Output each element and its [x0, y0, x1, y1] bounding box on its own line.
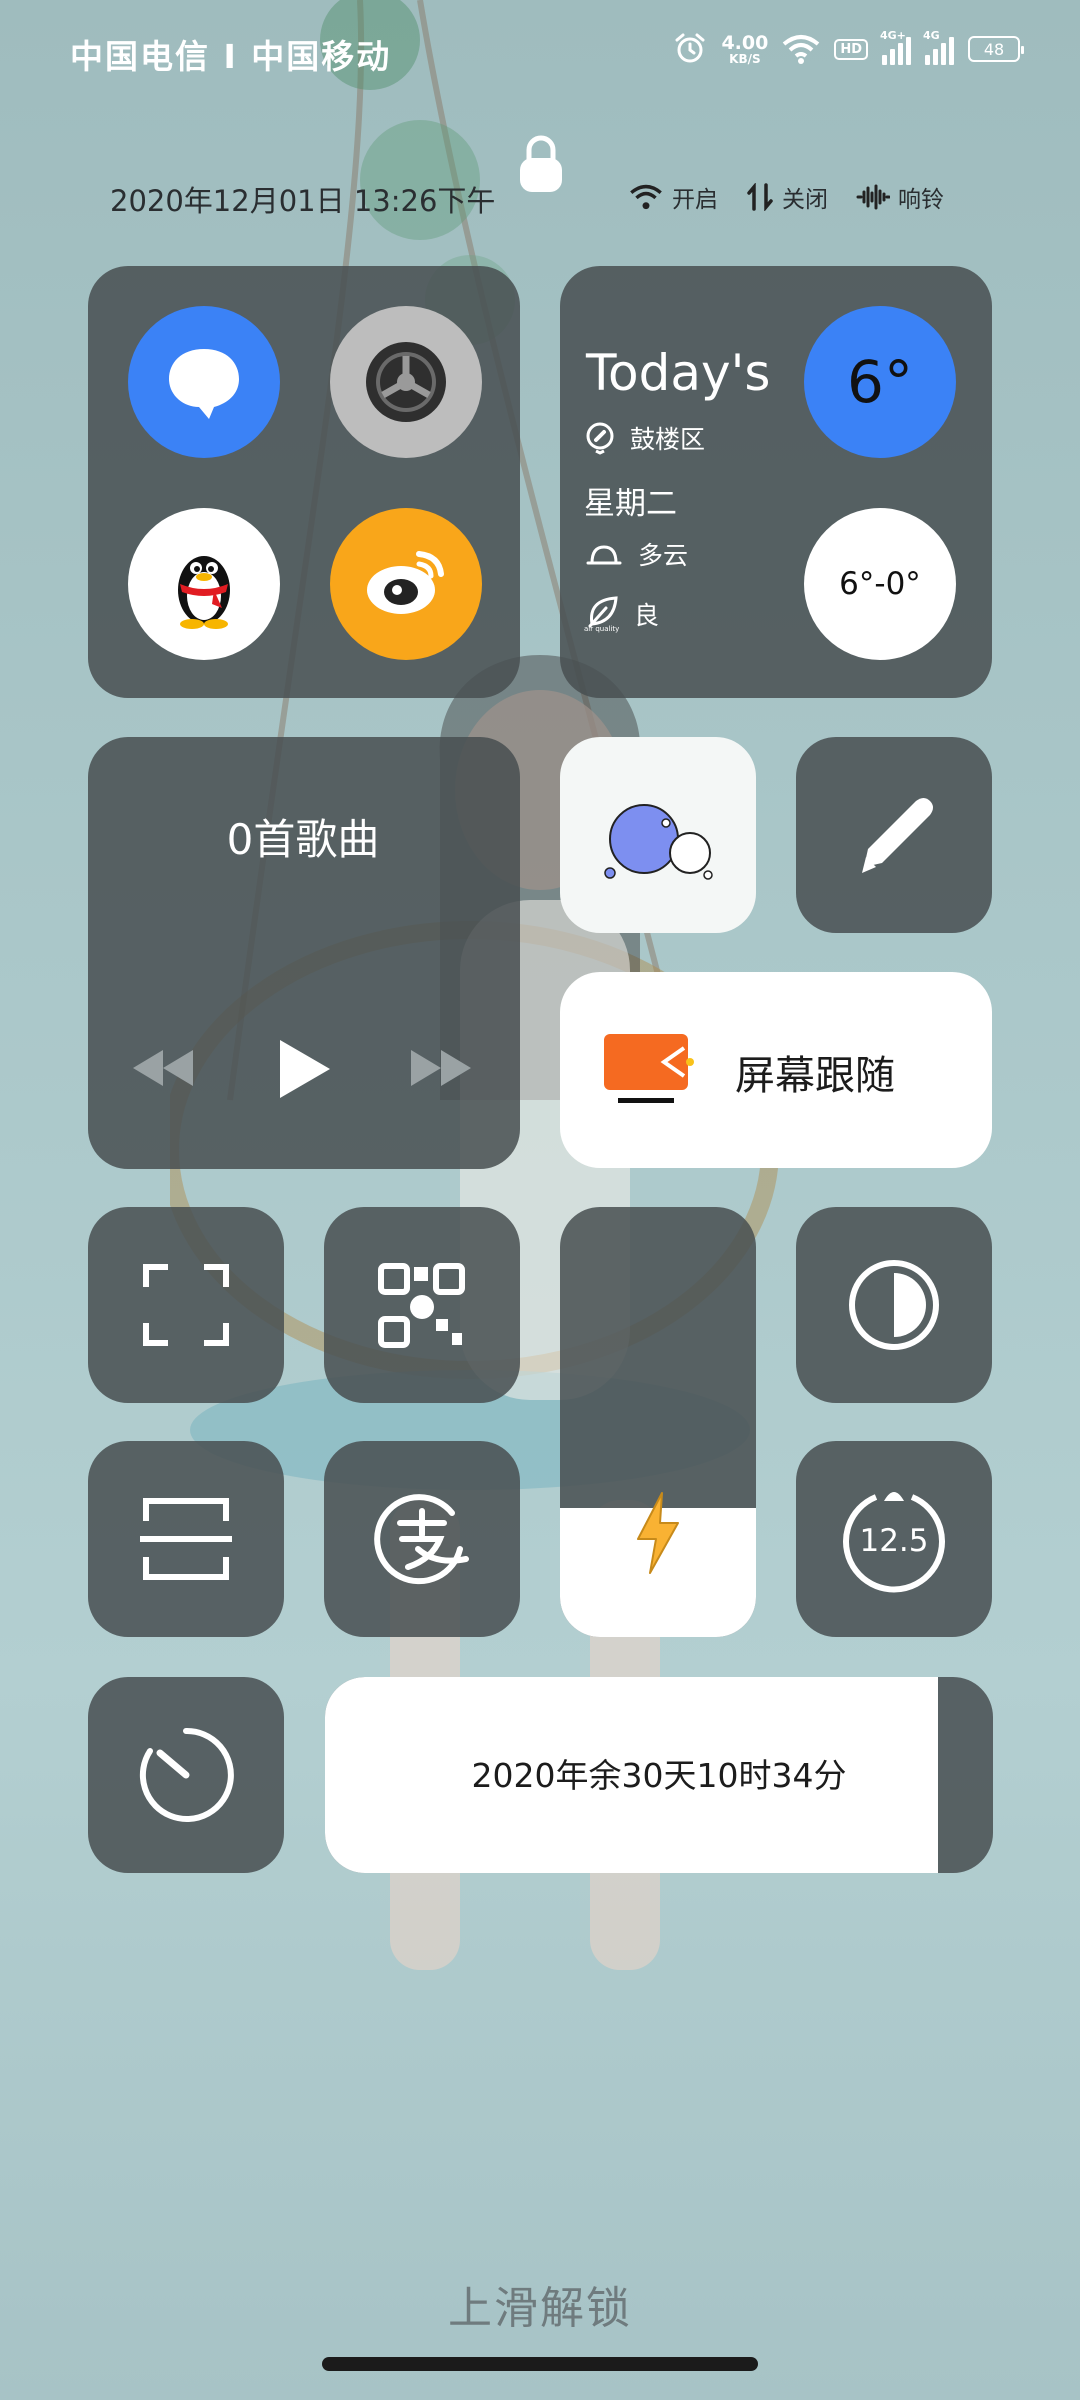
sound-mode-toggle[interactable]: 响铃 [856, 180, 944, 214]
location-pin-icon [586, 422, 614, 455]
alipay-icon [374, 1494, 469, 1585]
bubble-app-button[interactable] [560, 737, 756, 933]
stopwatch-button[interactable] [88, 1677, 284, 1873]
weather-location-row: 鼓楼区 [584, 420, 705, 456]
screen-follow-label: 屏幕跟随 [735, 1053, 895, 1099]
weather-location: 鼓楼区 [630, 425, 706, 454]
carrier-label: 中国电信 I 中国移动 [70, 37, 392, 76]
lightning-bolt-icon [637, 1492, 679, 1574]
lock-icon[interactable] [516, 134, 566, 196]
signal-sim1-icon: 4G+ [880, 29, 911, 65]
weather-condition-row: 多云 [584, 536, 688, 572]
message-bubble-icon [169, 349, 239, 419]
qr-code-icon [378, 1263, 465, 1348]
brightness-slider[interactable] [560, 1207, 756, 1637]
air-quality-caption: air quality [584, 625, 620, 633]
stopwatch-icon [139, 1727, 234, 1822]
sound-wave-icon [856, 184, 890, 210]
scan-qr-button[interactable] [324, 1207, 520, 1403]
mobile-data-toggle[interactable]: 关闭 [746, 180, 828, 214]
theme-contrast-button[interactable] [796, 1207, 992, 1403]
leaf-icon: air quality [584, 594, 620, 634]
previous-track-icon[interactable] [130, 1046, 196, 1090]
hd-badge: HD [834, 38, 868, 60]
qq-penguin-icon [178, 556, 230, 629]
weibo-eye-icon [367, 551, 444, 614]
alarm-icon [675, 33, 705, 63]
home-indicator[interactable] [322, 2357, 758, 2371]
note-pen-button[interactable] [796, 737, 992, 933]
weather-condition: 多云 [638, 541, 689, 570]
contrast-icon [849, 1260, 939, 1350]
temp-range: 6°-0° [839, 566, 921, 602]
qq-app-button[interactable] [128, 508, 280, 660]
timer-button[interactable]: 12.5 [796, 1441, 992, 1637]
scanner-icon [140, 1498, 232, 1580]
network-speed: 4.00 KB/S [721, 31, 769, 66]
year-remaining-label: 2020年余30天10时34分 [471, 1756, 847, 1795]
current-temp: 6° [847, 348, 913, 416]
weather-title: Today's [586, 344, 771, 402]
scanner-button[interactable] [88, 1441, 284, 1637]
temp-range-badge: 6°-0° [804, 508, 956, 660]
swipe-unlock-hint: 上滑解锁 [448, 2283, 632, 2334]
mobile-data-label: 关闭 [782, 187, 828, 213]
music-player-card[interactable] [88, 737, 520, 1169]
cloudy-icon [586, 545, 622, 565]
timer-value: 12.5 [859, 1523, 929, 1559]
wifi-toggle-label: 开启 [672, 187, 718, 213]
screenshot-frame-icon [143, 1264, 229, 1346]
air-quality-value: 良 [634, 601, 660, 630]
screen-follow-icon [604, 1034, 694, 1103]
screenshot-button[interactable] [88, 1207, 284, 1403]
messages-app-button[interactable] [128, 306, 280, 458]
wifi-icon [783, 35, 820, 64]
song-count: 0首歌曲 [226, 815, 380, 864]
data-arrows-icon [747, 183, 773, 211]
weather-weekday: 星期二 [584, 486, 677, 522]
bubbles-icon [604, 804, 713, 880]
status-bar: 中国电信 I 中国移动 4.00 KB/S HD 4G+ 4G 48 [70, 29, 1024, 76]
air-quality-row: air quality 良 [584, 594, 659, 634]
weather-weekday-row: 星期二 [584, 478, 677, 523]
settings-gear-icon [366, 342, 446, 422]
battery-icon: 48 [968, 36, 1024, 62]
alipay-button[interactable] [324, 1441, 520, 1637]
year-remaining-bar: 2020年余30天10时34分 [325, 1677, 993, 1873]
wifi-icon [630, 184, 662, 210]
sound-mode-label: 响铃 [898, 187, 944, 213]
current-temp-badge: 6° [804, 306, 956, 458]
settings-app-button[interactable] [330, 306, 482, 458]
signal-sim2-icon: 4G [923, 29, 954, 65]
status-icons: 4.00 KB/S HD 4G+ 4G 48 [673, 29, 1024, 66]
pen-icon [862, 798, 933, 873]
date-time: 2020年12月01日 13:26下午 [110, 184, 496, 218]
next-track-icon[interactable] [408, 1046, 474, 1090]
quick-toggles: 开启 关闭 响铃 [628, 180, 944, 214]
weibo-app-button[interactable] [330, 508, 482, 660]
play-icon[interactable] [276, 1038, 332, 1100]
wifi-toggle[interactable]: 开启 [628, 180, 718, 214]
